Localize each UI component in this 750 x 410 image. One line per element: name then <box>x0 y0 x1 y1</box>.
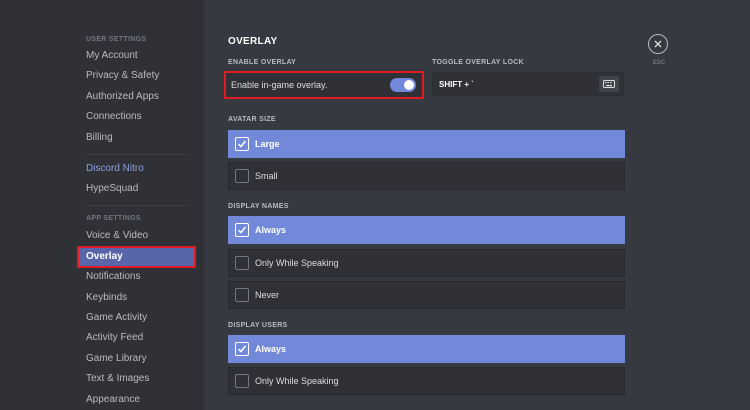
esc-label: ESC <box>652 60 666 66</box>
settings-content: OVERLAY ENABLE OVERLAY TOGGLE OVERLAY LO… <box>204 0 750 410</box>
option-label: Only While Speaking <box>255 258 339 268</box>
sidebar-item-voice-video[interactable]: Voice & Video <box>86 227 196 245</box>
option-label: Never <box>255 290 280 300</box>
avatar-size-small-option[interactable]: Small <box>228 162 625 190</box>
enable-overlay-setting: Enable in-game overlay. <box>224 71 424 99</box>
option-label: Always <box>255 344 287 354</box>
sidebar-item-discord-nitro[interactable]: Discord Nitro <box>86 160 196 178</box>
enable-overlay-text: Enable in-game overlay. <box>231 80 328 90</box>
checkmark-icon <box>237 140 247 148</box>
app-settings-header: APP SETTINGS <box>86 215 141 222</box>
sidebar-background <box>0 0 78 410</box>
close-icon <box>654 40 662 48</box>
checkbox-checked <box>235 137 249 151</box>
checkmark-icon <box>237 226 247 234</box>
sidebar-item-keybinds[interactable]: Keybinds <box>86 289 196 307</box>
settings-sidebar: USER SETTINGS My Account Privacy & Safet… <box>77 0 204 410</box>
sidebar-divider <box>86 154 188 155</box>
avatar-size-large-option[interactable]: Large <box>228 130 625 158</box>
display-names-never-option[interactable]: Never <box>228 281 625 309</box>
sidebar-item-privacy-safety[interactable]: Privacy & Safety <box>86 67 196 85</box>
keybind-value: SHIFT + ` <box>439 80 474 89</box>
checkbox-unchecked <box>235 169 249 183</box>
option-label: Small <box>255 171 278 181</box>
sidebar-item-my-account[interactable]: My Account <box>86 47 196 65</box>
sidebar-item-game-activity[interactable]: Game Activity <box>86 309 196 327</box>
sidebar-item-overlay[interactable]: Overlay <box>77 246 196 268</box>
close-button[interactable] <box>648 34 668 54</box>
sidebar-item-notifications[interactable]: Notifications <box>86 268 196 286</box>
display-names-speaking-option[interactable]: Only While Speaking <box>228 249 625 277</box>
option-label: Only While Speaking <box>255 376 339 386</box>
sidebar-divider <box>86 205 188 206</box>
display-users-label: DISPLAY USERS <box>228 322 288 329</box>
user-settings-header: USER SETTINGS <box>86 36 147 43</box>
toggle-lock-label: TOGGLE OVERLAY LOCK <box>432 59 524 66</box>
checkbox-unchecked <box>235 288 249 302</box>
display-names-label: DISPLAY NAMES <box>228 203 289 210</box>
checkmark-icon <box>237 345 247 353</box>
sidebar-item-text-images[interactable]: Text & Images <box>86 370 196 388</box>
enable-overlay-toggle[interactable] <box>390 78 416 92</box>
record-keybind-button[interactable] <box>599 76 619 92</box>
display-names-always-option[interactable]: Always <box>228 216 625 244</box>
keyboard-icon <box>603 80 615 88</box>
enable-overlay-label: ENABLE OVERLAY <box>228 59 297 66</box>
sidebar-item-activity-feed[interactable]: Activity Feed <box>86 329 196 347</box>
display-users-speaking-option[interactable]: Only While Speaking <box>228 367 625 395</box>
overlay-lock-keybind[interactable]: SHIFT + ` <box>432 72 624 96</box>
checkbox-unchecked <box>235 256 249 270</box>
sidebar-item-appearance[interactable]: Appearance <box>86 391 196 409</box>
avatar-size-label: AVATAR SIZE <box>228 116 276 123</box>
sidebar-item-billing[interactable]: Billing <box>86 129 196 147</box>
toggle-knob <box>404 80 414 90</box>
sidebar-item-connections[interactable]: Connections <box>86 108 196 126</box>
page-title: OVERLAY <box>228 36 278 47</box>
checkbox-checked <box>235 223 249 237</box>
sidebar-item-game-library[interactable]: Game Library <box>86 350 196 368</box>
display-users-always-option[interactable]: Always <box>228 335 625 363</box>
sidebar-item-hypesquad[interactable]: HypeSquad <box>86 180 196 198</box>
option-label: Large <box>255 139 280 149</box>
checkbox-checked <box>235 342 249 356</box>
option-label: Always <box>255 225 287 235</box>
sidebar-item-authorized-apps[interactable]: Authorized Apps <box>86 88 196 106</box>
checkbox-unchecked <box>235 374 249 388</box>
